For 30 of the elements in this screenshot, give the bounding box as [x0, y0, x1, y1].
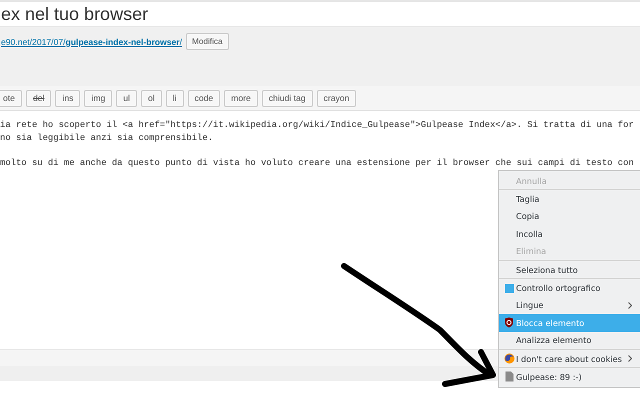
toolbar-button[interactable]: ins [55, 90, 80, 106]
menu-item[interactable]: Gulpease: 89 :-) [499, 368, 640, 386]
edit-button[interactable]: Modifica [186, 33, 229, 50]
menu-item[interactable]: Copia [499, 208, 640, 226]
globe-icon [504, 353, 514, 364]
toolbar-button[interactable]: del [26, 90, 52, 106]
permalink-link[interactable]: e90.net/2017/07/gulpease-index-nel-browser/ [1, 36, 182, 46]
toolbar-button[interactable]: img [84, 90, 112, 106]
menu-item[interactable]: Taglia [499, 190, 640, 208]
menu-item[interactable]: I don't care about cookies [499, 350, 640, 368]
shield-icon [504, 317, 514, 328]
document-icon [504, 371, 514, 382]
menu-item[interactable]: Incolla [499, 225, 640, 243]
toolbar-button[interactable]: code [188, 90, 220, 106]
editor-text-line: molto su di me anche da questo punto di vista ho voluto creare una estensione per il browser che sui campi di testo con [0, 156, 635, 170]
toolbar-button[interactable]: ote [0, 90, 22, 106]
checkbox[interactable] [504, 284, 514, 293]
menu-item[interactable]: Seleziona tutto [499, 260, 640, 278]
toolbar-button[interactable]: ul [116, 90, 137, 106]
toolbar-button[interactable]: ol [140, 90, 162, 106]
toolbar-button[interactable]: more [224, 90, 258, 106]
toolbar-button[interactable]: li [166, 90, 184, 106]
menu-item[interactable]: Controllo ortografico [499, 279, 640, 297]
editor-text-line: ia rete ho scoperto il <a href="https://it.wikipedia.org/wiki/Indice_Gulpease">Gulpease Index</a>. Si tratta di una for [0, 119, 635, 132]
menu-item[interactable]: Analizza elemento [499, 332, 640, 349]
editor-text-line: no sia leggibile anzi sia comprensibile. [0, 132, 214, 144]
toolbar-button[interactable]: chiudi tag [262, 90, 313, 106]
toolbar-button[interactable]: crayon [316, 90, 356, 106]
menu-item[interactable]: Lingue [499, 296, 640, 314]
post-title[interactable]: ex nel tuo browser [1, 4, 148, 24]
